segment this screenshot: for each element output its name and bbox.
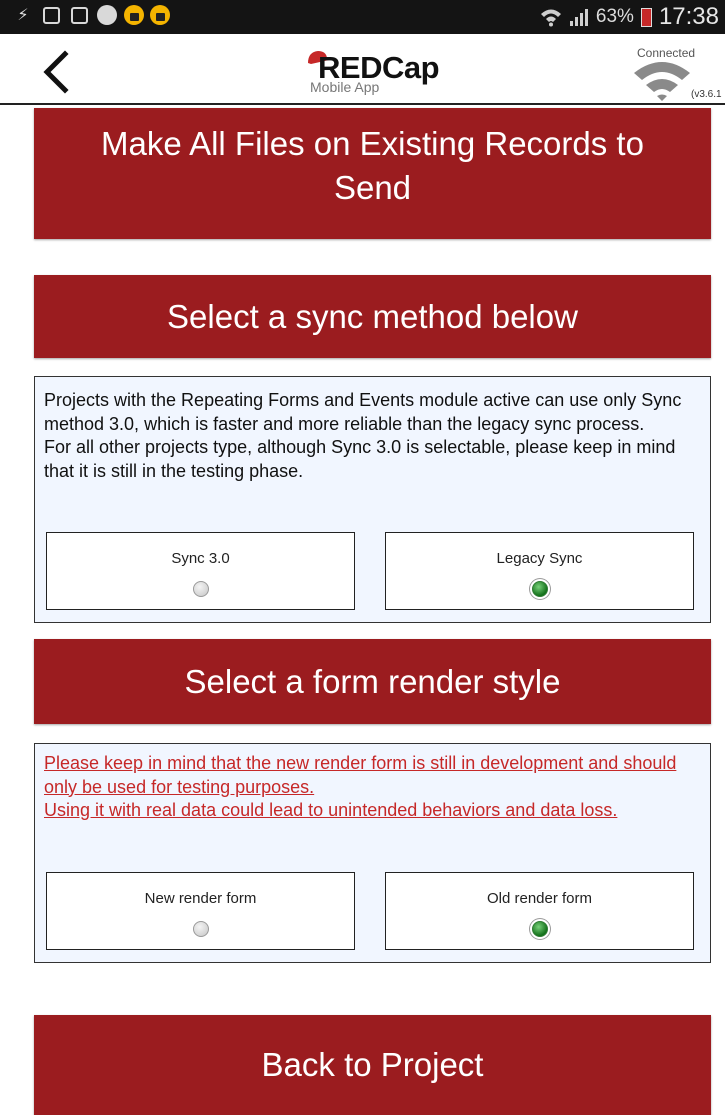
make-files-to-send-button[interactable]: Make All Files on Existing Records to Se… bbox=[34, 108, 711, 239]
keyboard-icon bbox=[40, 4, 62, 26]
status-bar: ⚡ 63% 17:38 bbox=[0, 0, 725, 34]
back-arrow-icon[interactable] bbox=[38, 50, 74, 94]
render-style-panel: Please keep in mind that the new render … bbox=[34, 743, 711, 963]
option-label: Sync 3.0 bbox=[171, 550, 230, 567]
sync-method-panel: Projects with the Repeating Forms and Ev… bbox=[34, 376, 711, 623]
wifi-status-icon bbox=[540, 9, 561, 27]
app-version: (v3.6.1 bbox=[691, 89, 722, 100]
sync-method-label: Select a sync method below bbox=[167, 297, 578, 335]
battery-icon bbox=[640, 7, 652, 27]
image-icon bbox=[68, 4, 90, 26]
option-label: Legacy Sync bbox=[496, 550, 583, 567]
old-render-form-radio[interactable] bbox=[532, 921, 548, 937]
app-header: REDCap Mobile App Connected (v3.6.1 bbox=[0, 34, 725, 104]
render-warning-line: Using it with real data could lead to un… bbox=[44, 800, 618, 820]
connection-indicator: Connected (v3.6.1 bbox=[632, 46, 725, 108]
usb-icon: ⚡ bbox=[17, 7, 29, 24]
system-indicators: 63% 17:38 bbox=[540, 0, 719, 34]
lock-icon bbox=[124, 5, 144, 25]
signal-icon bbox=[569, 9, 588, 26]
clock: 17:38 bbox=[658, 3, 719, 30]
lock-icon bbox=[150, 5, 170, 25]
redcap-logo: REDCap Mobile App bbox=[306, 49, 440, 95]
option-label: New render form bbox=[144, 890, 257, 907]
sync-3-radio[interactable] bbox=[193, 581, 209, 597]
render-warning-text: Please keep in mind that the new render … bbox=[44, 752, 694, 823]
shield-s-icon bbox=[96, 4, 118, 26]
sync-info-line: For all other projects type, although Sy… bbox=[44, 437, 676, 481]
back-to-project-label: Back to Project bbox=[261, 1046, 484, 1083]
render-warning-line: Please keep in mind that the new render … bbox=[44, 753, 677, 797]
notification-icons: ⚡ bbox=[12, 4, 170, 26]
select-sync-method-button[interactable]: Select a sync method below bbox=[34, 275, 711, 358]
connection-status: Connected bbox=[637, 46, 696, 60]
header-divider bbox=[0, 103, 725, 105]
back-to-project-button[interactable]: Back to Project bbox=[34, 1015, 711, 1115]
battery-percent: 63% bbox=[595, 6, 634, 27]
new-render-form-radio[interactable] bbox=[193, 921, 209, 937]
render-style-label: Select a form render style bbox=[184, 662, 561, 700]
sync-info-line: Projects with the Repeating Forms and Ev… bbox=[44, 390, 682, 434]
wifi-icon bbox=[634, 62, 690, 101]
logo-subtitle: Mobile App bbox=[310, 79, 380, 95]
option-label: Old render form bbox=[486, 890, 593, 907]
new-render-form-option[interactable]: New render form bbox=[46, 872, 355, 950]
legacy-sync-option[interactable]: Legacy Sync bbox=[385, 532, 694, 610]
sync-3-option[interactable]: Sync 3.0 bbox=[46, 532, 355, 610]
legacy-sync-radio[interactable] bbox=[532, 581, 548, 597]
select-render-style-button[interactable]: Select a form render style bbox=[34, 639, 711, 724]
old-render-form-option[interactable]: Old render form bbox=[385, 872, 694, 950]
sync-info-text: Projects with the Repeating Forms and Ev… bbox=[44, 389, 694, 483]
